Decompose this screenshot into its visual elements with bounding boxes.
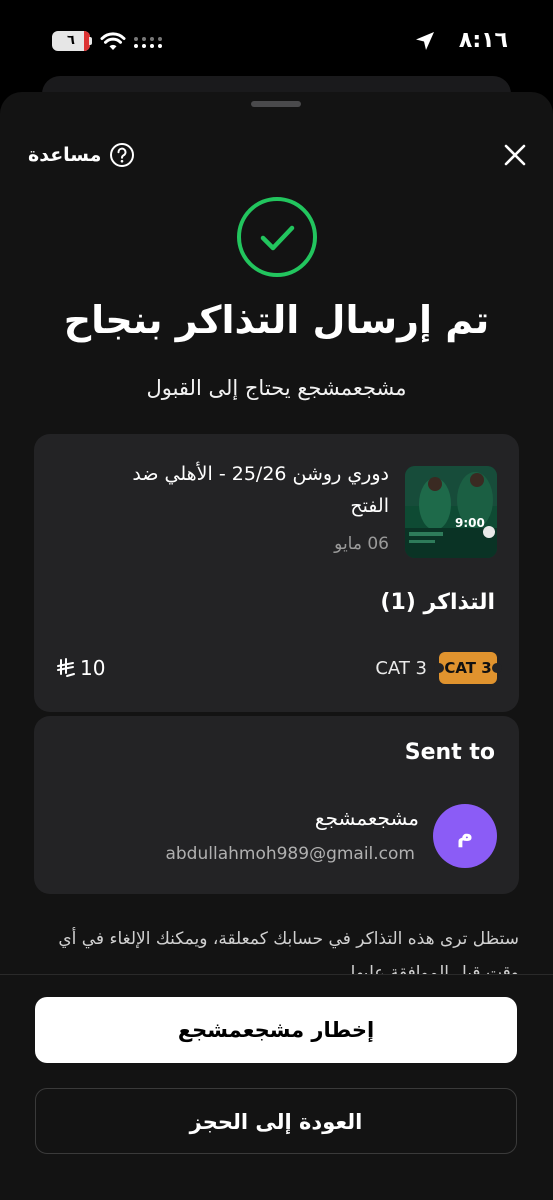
back-to-booking-button[interactable]: العودة إلى الحجز <box>35 1088 517 1154</box>
pending-info-note: ستظل ترى هذه التذاكر في حسابك كمعلقة، وي… <box>58 929 519 980</box>
wifi-icon <box>100 32 126 50</box>
success-check-icon <box>237 197 317 277</box>
recipient-name: مشجعمشجع <box>314 806 419 830</box>
riyal-icon <box>57 658 75 677</box>
category-badge-label: CAT 3 <box>444 659 492 677</box>
event-title: دوري روشن 25/26 - الأهلي ضد الفتح <box>132 463 389 517</box>
help-label: مساعدة <box>28 144 102 166</box>
event-thumbnail: 9:00 <box>405 466 497 558</box>
page-subtitle: مشجعمشجع يحتاج إلى القبول <box>146 376 407 400</box>
price-value: 10 <box>80 656 106 680</box>
help-button[interactable]: مساعدة <box>28 140 135 170</box>
sheet-grabber[interactable] <box>251 101 301 107</box>
status-bar: ٦ ٨:١٦ <box>0 0 553 80</box>
location-arrow-icon <box>416 32 434 50</box>
thumbnail-time: 9:00 <box>455 516 485 530</box>
notify-recipient-button[interactable]: إخطار مشجعمشجع <box>35 997 517 1063</box>
category-badge: CAT 3 <box>434 652 502 684</box>
recipient-email: abdullahmoh989@gmail.com <box>165 844 415 864</box>
category-label: CAT 3 <box>375 658 427 679</box>
help-icon <box>110 143 135 167</box>
page-title: تم إرسال التذاكر بنجاح <box>63 298 490 342</box>
match-poster-image <box>405 466 497 558</box>
tickets-heading: التذاكر (1) <box>380 590 495 615</box>
battery-cap <box>89 37 92 45</box>
battery-level: ٦ <box>67 33 75 48</box>
close-icon[interactable] <box>500 140 530 170</box>
event-card: 9:00 دوري روشن 25/26 - الأهلي ضد الفتح 0… <box>34 434 519 712</box>
ticket-price: 10 <box>56 656 105 680</box>
sent-to-heading: Sent to <box>404 740 495 765</box>
event-date: 06 مايو <box>334 534 389 554</box>
status-time: ٨:١٦ <box>458 28 508 53</box>
cellular-signal-icon <box>134 37 162 48</box>
avatar: م <box>433 804 497 868</box>
battery-indicator: ٦ <box>52 31 90 51</box>
recipient-card: Sent to م مشجعمشجع abdullahmoh989@gmail.… <box>34 716 519 894</box>
